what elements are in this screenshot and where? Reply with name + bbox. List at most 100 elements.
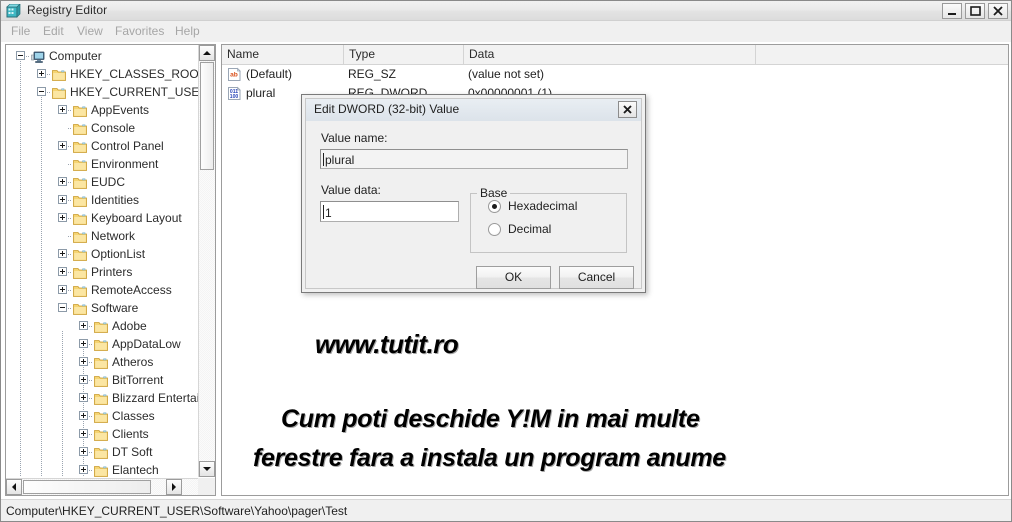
- tree-node[interactable]: HKEY_CLASSES_ROOT: [6, 65, 198, 83]
- tree-node[interactable]: HKEY_CURRENT_USER: [6, 83, 198, 101]
- tree-node[interactable]: Console: [6, 119, 198, 137]
- tree-expand-icon[interactable]: [79, 465, 88, 474]
- radio-decimal-label[interactable]: Decimal: [508, 222, 551, 236]
- tree-node-label: Identities: [91, 193, 140, 207]
- watermark-line1: Cum poti deschide Y!M in mai multe: [281, 405, 700, 433]
- column-header-name[interactable]: Name: [222, 45, 344, 64]
- tree-expand-icon[interactable]: [79, 411, 88, 420]
- tree-expand-icon[interactable]: [79, 375, 88, 384]
- tree-node[interactable]: EUDC: [6, 173, 198, 191]
- registry-tree[interactable]: Computer HKEY_CLASSES_ROOT HKEY_CURRENT_US…: [6, 45, 198, 477]
- column-header-data[interactable]: Data: [464, 45, 756, 64]
- tree-node[interactable]: BitTorrent: [6, 371, 198, 389]
- window-title: Registry Editor: [27, 3, 108, 17]
- tree-collapse-icon[interactable]: [58, 303, 67, 312]
- tree-expand-icon[interactable]: [79, 447, 88, 456]
- radio-decimal[interactable]: [488, 223, 501, 236]
- window-controls: [942, 3, 1008, 19]
- tree-expand-icon[interactable]: [79, 393, 88, 402]
- tree-expand-icon[interactable]: [79, 339, 88, 348]
- tree-node-label: HKEY_CURRENT_USER: [70, 85, 198, 99]
- scroll-right-button[interactable]: [166, 479, 182, 495]
- value-name-input[interactable]: plural: [320, 149, 628, 169]
- watermark-url: www.tutit.ro: [315, 329, 459, 359]
- dialog-title: Edit DWORD (32-bit) Value: [314, 102, 460, 116]
- tree-node-label: Elantech: [112, 463, 159, 477]
- menu-item-file[interactable]: File: [9, 24, 32, 38]
- values-column-header: Name Type Data: [222, 45, 1008, 65]
- menu-item-help[interactable]: Help: [173, 24, 202, 38]
- column-header-type[interactable]: Type: [344, 45, 464, 64]
- tree-node[interactable]: DT Soft: [6, 443, 198, 461]
- tree-node[interactable]: Computer: [6, 47, 198, 65]
- tree-node[interactable]: Network: [6, 227, 198, 245]
- tree-node[interactable]: Environment: [6, 155, 198, 173]
- registry-editor-window: Registry Editor File Edit View Favorites…: [0, 0, 1012, 522]
- folder-icon: [94, 428, 108, 441]
- tree-expand-icon[interactable]: [37, 69, 46, 78]
- tree-expand-icon[interactable]: [58, 267, 67, 276]
- tree-node[interactable]: Software: [6, 299, 198, 317]
- tree-node[interactable]: Elantech: [6, 461, 198, 477]
- tree-node[interactable]: Keyboard Layout: [6, 209, 198, 227]
- folder-icon: [94, 446, 108, 459]
- radio-hexadecimal-label[interactable]: Hexadecimal: [508, 199, 577, 213]
- tree-horizontal-scroll-thumb[interactable]: [23, 480, 151, 494]
- dialog-title-bar: Edit DWORD (32-bit) Value: [306, 99, 641, 121]
- menu-item-favorites[interactable]: Favorites: [113, 24, 166, 38]
- scroll-left-button[interactable]: [6, 479, 22, 495]
- tree-guide-stub: [89, 398, 93, 399]
- tree-vertical-scroll-thumb[interactable]: [200, 62, 214, 170]
- tree-node[interactable]: AppDataLow: [6, 335, 198, 353]
- status-bar: Computer\HKEY_CURRENT_USER\Software\Yaho…: [1, 499, 1011, 521]
- tree-node[interactable]: Blizzard Entertainment: [6, 389, 198, 407]
- tree-expand-icon[interactable]: [58, 195, 67, 204]
- minimize-button[interactable]: [942, 3, 962, 19]
- tree-node[interactable]: RemoteAccess: [6, 281, 198, 299]
- tree-collapse-icon[interactable]: [37, 87, 46, 96]
- value-row[interactable]: ab (Default) REG_SZ (value not set): [222, 65, 1008, 84]
- tree-node-label: DT Soft: [112, 445, 153, 459]
- value-data-input[interactable]: 1: [320, 201, 459, 222]
- tree-horizontal-scrollbar[interactable]: [6, 478, 198, 495]
- tree-node[interactable]: Identities: [6, 191, 198, 209]
- tree-vertical-scrollbar[interactable]: [198, 45, 215, 477]
- tree-guide-stub: [89, 416, 93, 417]
- tree-node[interactable]: Adobe: [6, 317, 198, 335]
- tree-node[interactable]: Atheros: [6, 353, 198, 371]
- tree-node[interactable]: AppEvents: [6, 101, 198, 119]
- menu-item-view[interactable]: View: [75, 24, 105, 38]
- tree-expand-icon[interactable]: [79, 429, 88, 438]
- watermark-line2: ferestre fara a instala un program anume: [253, 444, 726, 472]
- tree-expand-icon[interactable]: [58, 105, 67, 114]
- tree-expand-icon[interactable]: [79, 321, 88, 330]
- tree-collapse-icon[interactable]: [16, 51, 25, 60]
- tree-node[interactable]: Classes: [6, 407, 198, 425]
- tree-expand-icon[interactable]: [58, 213, 67, 222]
- tree-expand-icon[interactable]: [58, 285, 67, 294]
- tree-expand-icon[interactable]: [58, 177, 67, 186]
- tree-expand-icon[interactable]: [79, 357, 88, 366]
- radio-hexadecimal[interactable]: [488, 200, 501, 213]
- tree-node-label: Clients: [112, 427, 149, 441]
- tree-expand-icon[interactable]: [58, 141, 67, 150]
- dialog-close-button[interactable]: [618, 101, 637, 118]
- dialog-body: Value name: plural Value data: 1 Base He…: [306, 121, 641, 289]
- scroll-down-button[interactable]: [199, 461, 215, 477]
- scroll-up-button[interactable]: [199, 45, 215, 61]
- text-caret: [323, 153, 324, 166]
- menu-item-edit[interactable]: Edit: [41, 24, 66, 38]
- tree-node-label: Network: [91, 229, 136, 243]
- tree-guide-stub: [68, 290, 72, 291]
- close-button[interactable]: [988, 3, 1008, 19]
- tree-node[interactable]: Printers: [6, 263, 198, 281]
- cancel-button[interactable]: Cancel: [559, 266, 634, 289]
- tree-node[interactable]: OptionList: [6, 245, 198, 263]
- maximize-button[interactable]: [965, 3, 985, 19]
- dword-value-icon: 011 100: [227, 86, 242, 101]
- tree-guide-stub: [68, 200, 72, 201]
- tree-expand-icon[interactable]: [58, 249, 67, 258]
- tree-node[interactable]: Control Panel: [6, 137, 198, 155]
- tree-node[interactable]: Clients: [6, 425, 198, 443]
- ok-button[interactable]: OK: [476, 266, 551, 289]
